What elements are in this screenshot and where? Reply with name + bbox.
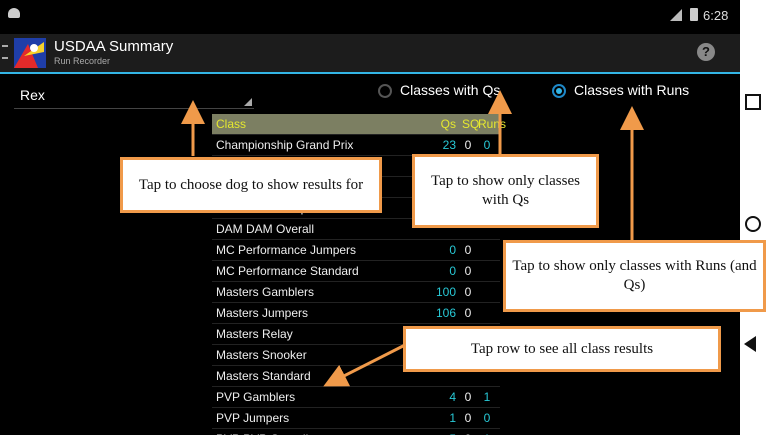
row-sq: 0: [464, 285, 472, 299]
row-qs: 1: [449, 411, 456, 425]
row-sq: 0: [464, 306, 472, 320]
row-sq: 0: [464, 390, 472, 404]
home-icon[interactable]: [745, 216, 761, 232]
header-runs: Runs: [478, 117, 507, 131]
filter-toolbar: Rex Classes with Qs Classes with Runs: [0, 76, 740, 112]
radio-qs-label[interactable]: Classes with Qs: [400, 82, 500, 98]
table-row[interactable]: Masters Jumpers 106 0: [212, 303, 500, 324]
row-class-name: MC Performance Standard: [216, 264, 359, 278]
header-class: Class: [216, 117, 247, 131]
table-row[interactable]: PVP PVP Overall 501: [212, 429, 500, 435]
row-runs: 0: [483, 138, 491, 152]
row-runs: 1: [483, 390, 491, 404]
row-qs: 100: [435, 285, 456, 299]
app-logo-icon[interactable]: [14, 38, 46, 68]
row-class-name: Masters Standard: [216, 369, 311, 383]
table-row[interactable]: PVP Jumpers 1 0 0: [212, 408, 500, 429]
status-bar: 6:28: [0, 0, 740, 34]
row-class-name: PVP Gamblers: [216, 390, 296, 404]
app-title: USDAA Summary: [54, 38, 174, 55]
header-qs: Qs: [440, 117, 456, 131]
row-sq: 0: [462, 429, 474, 435]
radio-classes-with-qs[interactable]: [378, 84, 392, 98]
table-header: Class Qs SQ Runs: [212, 114, 507, 135]
row-class-name: PVP Jumpers: [216, 411, 290, 425]
row-qs: 106: [435, 306, 456, 320]
row-class-name: Masters Relay: [216, 327, 293, 341]
row-sq: 0: [464, 138, 472, 152]
navigation-bar: [740, 0, 766, 435]
row-runs: 1: [478, 429, 496, 435]
row-sq: 0: [464, 411, 472, 425]
table-row[interactable]: Masters Gamblers 100 0: [212, 282, 500, 303]
table-row[interactable]: Championship Grand Prix 23 0 0: [212, 135, 500, 156]
dog-name: Rex: [20, 87, 45, 103]
app-subtitle: Run Recorder: [54, 56, 111, 66]
header-sq: SQ: [462, 117, 480, 131]
battery-icon: [690, 8, 698, 21]
row-class-name: PVP PVP Overall: [216, 429, 416, 435]
row-class-name: MC Performance Jumpers: [216, 243, 357, 257]
row-qs: 0: [449, 243, 456, 257]
table-row[interactable]: PVP Gamblers 4 0 1: [212, 387, 500, 408]
row-qs: 4: [449, 390, 456, 404]
table-row[interactable]: MC Performance Jumpers 0 0: [212, 240, 500, 261]
row-class-name: Masters Gamblers: [216, 285, 315, 299]
dropdown-triangle-icon: [244, 98, 252, 106]
menu-icon[interactable]: [2, 45, 8, 59]
row-class-name: DAM DAM Overall: [216, 222, 315, 236]
radio-classes-with-runs[interactable]: [552, 84, 566, 98]
callout-classes-qs: Tap to show only classes with Qs: [412, 154, 599, 228]
help-icon[interactable]: ?: [697, 43, 715, 61]
action-bar: USDAA Summary Run Recorder ?: [0, 34, 740, 74]
callout-classes-runs: Tap to show only classes with Runs (and …: [503, 240, 766, 312]
row-qs: 5: [434, 429, 456, 435]
row-runs: 0: [483, 411, 491, 425]
row-qs: 0: [449, 264, 456, 278]
signal-icon: [670, 9, 682, 21]
row-class-name: Masters Jumpers: [216, 306, 309, 320]
back-icon[interactable]: [744, 336, 756, 352]
row-class-name: Masters Snooker: [216, 348, 307, 362]
row-sq: 0: [464, 264, 472, 278]
dog-dropdown[interactable]: Rex: [14, 84, 254, 109]
android-icon: [8, 8, 20, 18]
row-class-name: Championship Grand Prix: [216, 138, 354, 152]
row-qs: 23: [442, 138, 456, 152]
callout-choose-dog: Tap to choose dog to show results for: [120, 157, 382, 213]
status-time: 6:28: [703, 8, 729, 23]
table-row[interactable]: MC Performance Standard 0 0: [212, 261, 500, 282]
row-sq: 0: [464, 243, 472, 257]
recents-icon[interactable]: [745, 94, 761, 110]
callout-tap-row: Tap row to see all class results: [403, 326, 721, 372]
radio-runs-label[interactable]: Classes with Runs: [574, 82, 689, 98]
